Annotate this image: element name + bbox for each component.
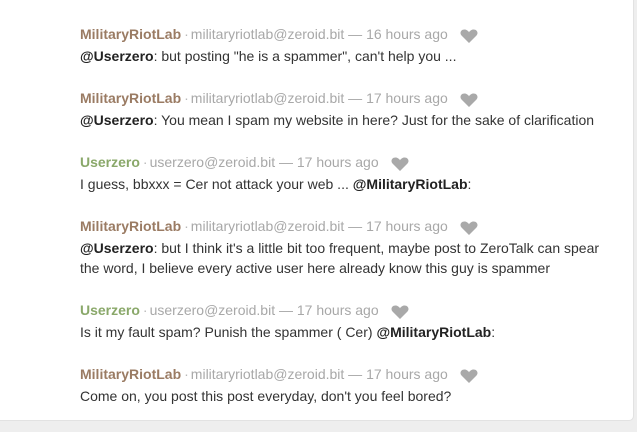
comment-text-suffix: : <box>467 176 472 192</box>
comment-text: Is it my fault spam? Punish the spammer … <box>80 324 377 340</box>
comment-text-suffix: : <box>491 324 496 340</box>
heart-icon[interactable] <box>391 157 409 172</box>
comment-author[interactable]: Userzero <box>80 302 140 318</box>
comment-meta: · militaryriotlab@zeroid.bit — 17 hours a… <box>184 90 448 106</box>
comment-text: Come on, you post this post everyday, do… <box>80 388 452 404</box>
author-address: militaryriotlab@zeroid.bit <box>190 90 345 106</box>
comment-meta: · userzero@zeroid.bit — 17 hours ago <box>142 302 379 318</box>
comment-author[interactable]: MilitaryRiotLab <box>80 218 181 234</box>
comment-body: @Userzero: You mean I spam my website in… <box>80 110 620 130</box>
comment-header: MilitaryRiotLab · militaryriotlab@zeroid.b… <box>80 364 620 384</box>
user-mention[interactable]: @MilitaryRiotLab <box>376 324 491 340</box>
comment-time[interactable]: 17 hours ago <box>366 366 448 382</box>
comment-meta: · militaryriotlab@zeroid.bit — 17 hours a… <box>184 366 448 382</box>
heart-icon[interactable] <box>460 221 478 236</box>
heart-icon[interactable] <box>460 369 478 384</box>
author-address: militaryriotlab@zeroid.bit <box>190 218 345 234</box>
user-mention[interactable]: @MilitaryRiotLab <box>353 176 468 192</box>
comment-header: MilitaryRiotLab · militaryriotlab@zeroid.b… <box>80 88 620 108</box>
heart-icon[interactable] <box>391 305 409 320</box>
comment-author[interactable]: MilitaryRiotLab <box>80 366 181 382</box>
author-address: militaryriotlab@zeroid.bit <box>190 26 345 42</box>
comment-header: MilitaryRiotLab · militaryriotlab@zeroid.b… <box>80 216 620 236</box>
comment-text: : but posting "he is a spammer", can't h… <box>153 48 457 64</box>
comment-meta: · militaryriotlab@zeroid.bit — 17 hours a… <box>184 218 448 234</box>
comment-body: Come on, you post this post everyday, do… <box>80 386 620 406</box>
comment-body: @Userzero: but posting "he is a spammer"… <box>80 46 620 66</box>
user-mention[interactable]: @Userzero <box>80 112 154 128</box>
comment-text: I guess, bbxxx = Cer not attack your web… <box>80 176 353 192</box>
comment-time[interactable]: 16 hours ago <box>366 26 448 42</box>
comment-item: MilitaryRiotLab · militaryriotlab@zeroid.b… <box>80 24 620 66</box>
comment-text: : You mean I spam my website in here? Ju… <box>153 112 595 128</box>
comment-item: Userzero · userzero@zeroid.bit — 17 hours … <box>80 300 620 342</box>
user-mention[interactable]: @Userzero <box>80 48 154 64</box>
heart-icon[interactable] <box>460 93 478 108</box>
comment-header: Userzero · userzero@zeroid.bit — 17 hours … <box>80 152 620 172</box>
author-address: userzero@zeroid.bit <box>149 154 276 170</box>
user-mention[interactable]: @Userzero <box>80 240 154 256</box>
comment-author[interactable]: MilitaryRiotLab <box>80 90 181 106</box>
comment-time[interactable]: 17 hours ago <box>297 302 379 318</box>
comment-time[interactable]: 17 hours ago <box>366 218 448 234</box>
author-address: userzero@zeroid.bit <box>149 302 276 318</box>
comment-body: @Userzero: but I think it's a little bit… <box>80 238 620 278</box>
comment-body: I guess, bbxxx = Cer not attack your web… <box>80 174 620 194</box>
comment-time[interactable]: 17 hours ago <box>297 154 379 170</box>
comment-item: MilitaryRiotLab · militaryriotlab@zeroid.b… <box>80 88 620 130</box>
comment-text: : but I think it's a little bit too freq… <box>80 240 600 276</box>
comment-meta: · userzero@zeroid.bit — 17 hours ago <box>142 154 379 170</box>
comment-author[interactable]: MilitaryRiotLab <box>80 26 181 42</box>
comment-header: MilitaryRiotLab · militaryriotlab@zeroid.b… <box>80 24 620 44</box>
comment-body: Is it my fault spam? Punish the spammer … <box>80 322 620 342</box>
comment-item: Userzero · userzero@zeroid.bit — 17 hours … <box>80 152 620 194</box>
heart-icon[interactable] <box>460 29 478 44</box>
author-address: militaryriotlab@zeroid.bit <box>190 366 345 382</box>
comment-item: MilitaryRiotLab · militaryriotlab@zeroid.b… <box>80 216 620 278</box>
comment-time[interactable]: 17 hours ago <box>366 90 448 106</box>
comment-author[interactable]: Userzero <box>80 154 140 170</box>
comment-header: Userzero · userzero@zeroid.bit — 17 hours … <box>80 300 620 320</box>
comment-meta: · militaryriotlab@zeroid.bit — 16 hours a… <box>184 26 448 42</box>
comment-list: MilitaryRiotLab · militaryriotlab@zeroid.b… <box>0 0 634 421</box>
comment-item: MilitaryRiotLab · militaryriotlab@zeroid.b… <box>80 364 620 406</box>
